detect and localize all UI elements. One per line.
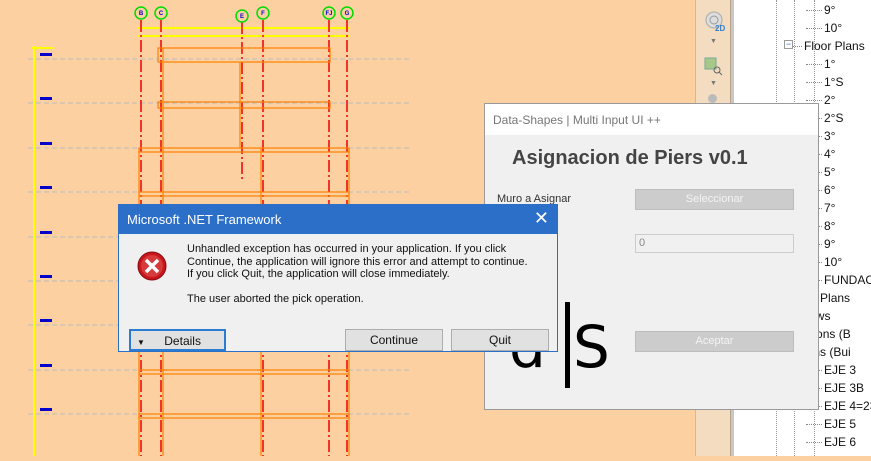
window-title: Data-Shapes | Multi Input UI ++	[485, 104, 818, 135]
select-button[interactable]: Seleccionar	[635, 189, 794, 210]
tree-item[interactable]: 10°	[805, 21, 842, 35]
tree-item[interactable]: 3°	[805, 129, 835, 143]
grid-bubble-label: FJ	[325, 11, 332, 17]
tree-item[interactable]: EJE 5	[805, 417, 856, 431]
tree-item[interactable]: 9°	[805, 237, 835, 251]
tree-item[interactable]: EJE 3	[805, 363, 856, 377]
details-label: Details	[164, 334, 201, 348]
grid-bubble-label: F	[261, 11, 265, 17]
tree-item[interactable]: 7°	[805, 201, 835, 215]
tree-item[interactable]: 2°S	[805, 111, 843, 125]
tree-item[interactable]: EJE 3B	[805, 381, 864, 395]
tree-item[interactable]: 6°	[805, 183, 835, 197]
tree-item[interactable]: 10°	[805, 255, 842, 269]
options-icon[interactable]	[708, 94, 717, 103]
tree-item[interactable]: 8°	[805, 219, 835, 233]
close-icon[interactable]: ✕	[534, 208, 549, 229]
grid-bubble-label: G	[345, 11, 350, 17]
badge-2d: 2D	[715, 24, 726, 33]
continue-button[interactable]: Continue	[345, 329, 443, 351]
tree-item[interactable]: FUNDAC	[806, 273, 871, 287]
error-message-line: Unhandled exception has occurred in your…	[187, 243, 507, 255]
tree-item[interactable]: 1°S	[805, 75, 843, 89]
tree-item[interactable]: 2°	[805, 93, 835, 107]
dialog-title: Microsoft .NET Framework	[127, 212, 282, 227]
quit-button[interactable]: Quit	[451, 329, 549, 351]
tree-item[interactable]: EJE 4=23	[805, 399, 871, 413]
error-icon	[137, 251, 167, 286]
error-message-line: Continue, the application will ignore th…	[187, 256, 528, 268]
error-detail: The user aborted the pick operation.	[187, 293, 364, 305]
grid-bubble-label: B	[139, 11, 144, 17]
grid-bubble-label: C	[159, 11, 164, 17]
collapse-icon[interactable]: −	[784, 40, 793, 49]
zoom-region-icon[interactable]	[703, 56, 725, 78]
triangle-down-icon: ▼	[137, 338, 145, 347]
accept-button[interactable]: Aceptar	[635, 331, 794, 352]
dropdown-arrow-icon[interactable]: ▼	[710, 80, 717, 87]
svg-text:S: S	[573, 313, 610, 381]
grid-bubble-label: E	[240, 14, 244, 20]
form-heading: Asignacion de Piers v0.1	[512, 147, 748, 169]
tree-item[interactable]: 5°	[805, 165, 835, 179]
tree-item[interactable]: EJE 6	[805, 435, 856, 449]
error-dialog: Microsoft .NET Framework ✕ Unhandled exce…	[118, 204, 558, 352]
error-message-line: If you click Quit, the application will …	[187, 268, 450, 280]
details-button[interactable]: ▼ Details	[129, 329, 226, 351]
steering-wheel-2d-icon[interactable]: 2D	[703, 10, 726, 33]
tree-item[interactable]: 9°	[805, 3, 835, 17]
tree-item[interactable]: 4°	[805, 147, 835, 161]
number-input[interactable]: 0	[635, 234, 794, 253]
tree-item[interactable]: 1°	[805, 57, 835, 71]
tree-item[interactable]: Floor Plans	[786, 39, 865, 53]
dropdown-arrow-icon[interactable]: ▼	[710, 38, 717, 45]
